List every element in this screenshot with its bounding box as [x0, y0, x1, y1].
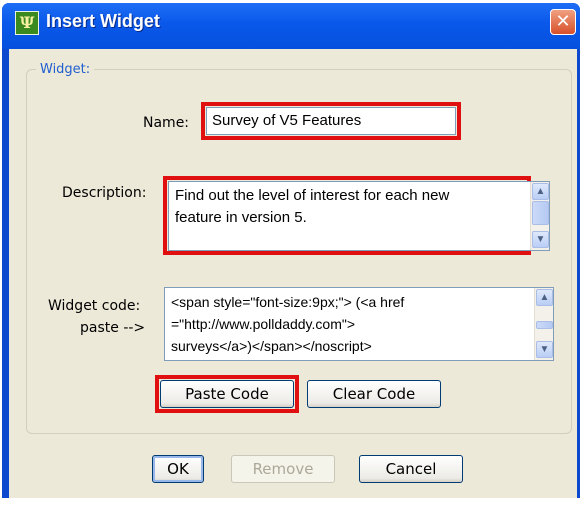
scroll-down-icon[interactable]: ▼: [532, 231, 549, 248]
ok-button[interactable]: OK: [152, 455, 204, 483]
dialog-body: Widget: Name: Survey of V5 Features Desc…: [9, 49, 577, 503]
description-label: Description:: [62, 185, 147, 201]
widget-code-line: ="http://www.polldaddy.com">: [171, 316, 355, 332]
widget-code-line: surveys</a>)</span></noscript>: [171, 338, 372, 354]
widget-code-paste-label: paste -->: [80, 320, 146, 336]
description-line: Find out the level of interest for each …: [175, 187, 450, 204]
scroll-up-icon[interactable]: ▲: [536, 289, 553, 306]
widget-group-legend: Widget:: [36, 62, 95, 77]
widget-code-scrollbar[interactable]: ▲ ▼: [534, 288, 553, 360]
insert-widget-dialog: Ψ Insert Widget ✕ Widget: Name: Survey o…: [2, 3, 580, 503]
close-button[interactable]: ✕: [550, 9, 576, 35]
cancel-button[interactable]: Cancel: [359, 455, 463, 483]
description-line: feature in version 5.: [175, 209, 307, 226]
title-bar[interactable]: Ψ Insert Widget ✕: [2, 3, 580, 49]
scroll-thumb[interactable]: [536, 321, 553, 329]
name-label: Name:: [143, 115, 190, 131]
widget-code-textarea[interactable]: <span style="font-size:9px;"> (<a href =…: [164, 287, 554, 361]
screenshot-bottom-edge: [0, 498, 582, 506]
name-input[interactable]: Survey of V5 Features: [206, 107, 456, 135]
paste-code-button[interactable]: Paste Code: [160, 380, 294, 408]
scroll-thumb[interactable]: [532, 201, 549, 225]
widget-code-line: <span style="font-size:9px;"> (<a href: [171, 294, 405, 310]
description-scrollbar[interactable]: ▲ ▼: [530, 182, 549, 250]
scroll-down-icon[interactable]: ▼: [536, 341, 553, 358]
window-title: Insert Widget: [46, 11, 160, 31]
clear-code-button[interactable]: Clear Code: [307, 380, 441, 408]
description-textarea[interactable]: Find out the level of interest for each …: [168, 181, 550, 251]
remove-button[interactable]: Remove: [231, 455, 335, 483]
widget-code-label: Widget code:: [48, 298, 141, 314]
app-icon: Ψ: [15, 11, 39, 35]
scroll-up-icon[interactable]: ▲: [532, 183, 549, 200]
